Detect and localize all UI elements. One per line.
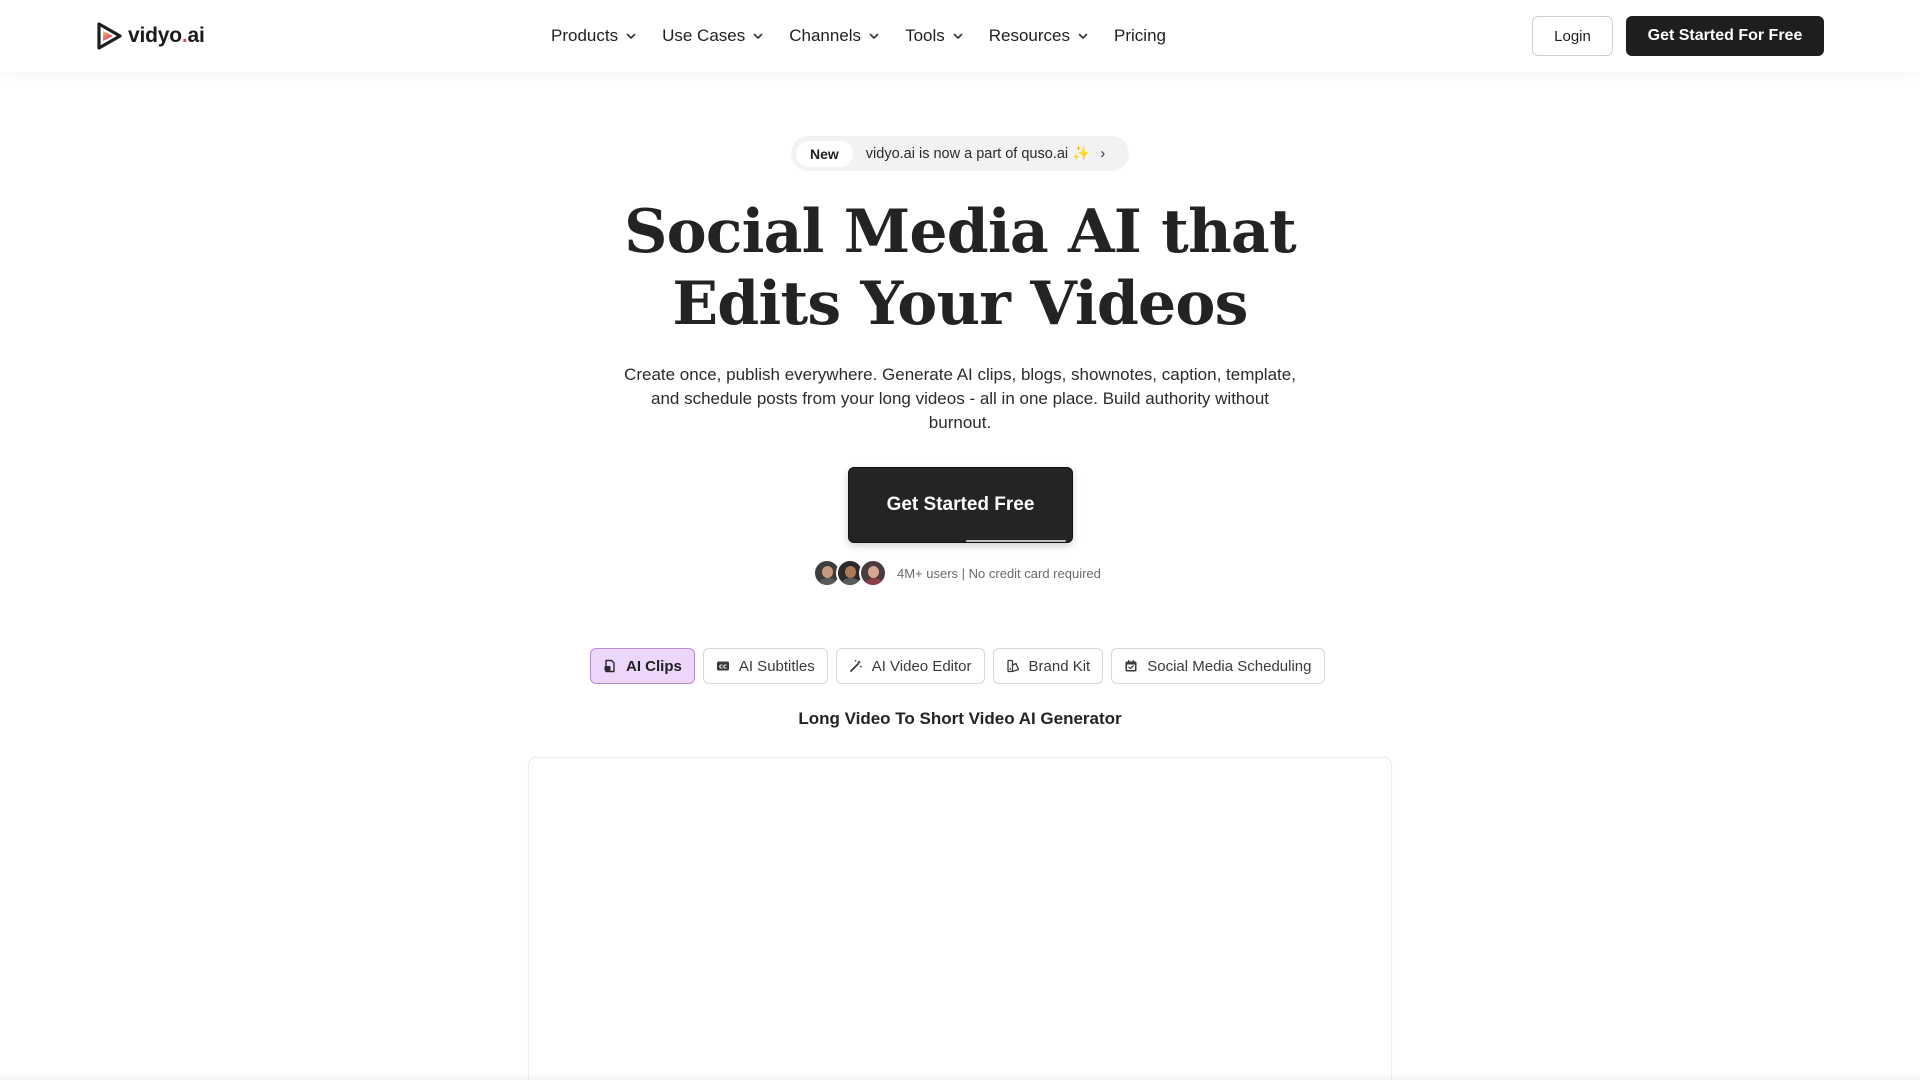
vidyo-logo[interactable]: vidyo.ai <box>94 20 205 52</box>
user-avatars <box>813 559 887 587</box>
hero-subtitle: Create once, publish everywhere. Generat… <box>624 365 1296 432</box>
chevron-down-icon <box>626 33 636 39</box>
nav-use-cases-label: Use Cases <box>662 26 746 45</box>
calendar-icon <box>1125 660 1137 672</box>
feature-tabs: AI Clips CC AI Subtitles AI Video Editor <box>590 648 1325 684</box>
nav-pricing[interactable]: Pricing <box>1114 26 1166 46</box>
hero-title: Social Media AI that Edits Your Videos <box>460 196 1460 340</box>
tab-social-media-scheduling[interactable]: Social Media Scheduling <box>1111 648 1325 684</box>
header-get-started-button[interactable]: Get Started For Free <box>1626 16 1824 56</box>
page: vidyo.ai Products Use Cases Channels Too… <box>0 0 1920 1080</box>
tab-brand-kit-label: Brand Kit <box>1028 657 1091 675</box>
hero-title-line-2: Edits Your Videos <box>672 269 1248 339</box>
tab-social-media-scheduling-label: Social Media Scheduling <box>1147 657 1312 675</box>
tab-brand-kit[interactable]: Brand Kit <box>992 648 1104 684</box>
social-proof-text: 4M+ users | No credit card required <box>897 565 1101 581</box>
nav-resources[interactable]: Resources <box>989 26 1090 46</box>
nav-tools[interactable]: Tools <box>905 26 965 46</box>
bottom-fade <box>0 1072 1920 1080</box>
tab-ai-video-editor[interactable]: AI Video Editor <box>835 648 985 684</box>
cc-subtitles-icon: CC <box>716 661 729 671</box>
logo-wordmark: vidyo.ai <box>128 24 205 47</box>
avatar <box>859 559 887 587</box>
login-button[interactable]: Login <box>1532 16 1613 56</box>
chevron-down-icon <box>753 33 763 39</box>
get-started-free-label: Get Started Free <box>886 494 1035 515</box>
feature-demo-panel <box>528 757 1392 1080</box>
nav-use-cases[interactable]: Use Cases <box>662 26 765 46</box>
nav-products-label: Products <box>551 26 619 45</box>
svg-text:CC: CC <box>719 665 727 671</box>
chevron-down-icon <box>869 33 879 39</box>
tab-ai-clips-label: AI Clips <box>626 657 682 675</box>
tab-ai-subtitles[interactable]: CC AI Subtitles <box>702 648 828 684</box>
chevron-right-icon: › <box>1100 145 1106 162</box>
new-badge: New <box>796 140 853 167</box>
nav-tools-label: Tools <box>905 26 945 45</box>
nav-products[interactable]: Products <box>551 26 638 46</box>
nav-pricing-label: Pricing <box>1114 26 1166 45</box>
announcement-pill[interactable]: New vidyo.ai is now a part of quso.ai ✨ … <box>791 136 1129 171</box>
brand-kit-icon <box>1006 659 1019 673</box>
magic-wand-icon <box>849 660 862 672</box>
tab-ai-video-editor-label: AI Video Editor <box>871 657 972 675</box>
get-started-free-button[interactable]: Get Started Free <box>848 467 1073 543</box>
main-nav: Products Use Cases Channels Tools Resour… <box>551 0 1166 72</box>
feature-heading: Long Video To Short Video AI Generator <box>798 709 1122 728</box>
chevron-down-icon <box>953 33 963 39</box>
tab-ai-clips[interactable]: AI Clips <box>590 648 695 684</box>
nav-resources-label: Resources <box>988 26 1071 45</box>
hero-title-line-1: Social Media AI that <box>624 197 1297 267</box>
chevron-down-icon <box>1078 33 1088 39</box>
nav-channels[interactable]: Channels <box>789 26 881 46</box>
play-triangle-logo-icon <box>97 22 122 50</box>
nav-channels-label: Channels <box>789 26 862 45</box>
site-header: vidyo.ai Products Use Cases Channels Too… <box>0 0 1920 72</box>
tab-ai-subtitles-label: AI Subtitles <box>738 657 815 675</box>
social-proof: 4M+ users | No credit card required <box>813 558 1101 588</box>
button-shine-accent <box>966 540 1066 542</box>
clip-file-icon <box>604 659 615 673</box>
announcement-text: vidyo.ai is now a part of quso.ai ✨ <box>865 146 1091 162</box>
